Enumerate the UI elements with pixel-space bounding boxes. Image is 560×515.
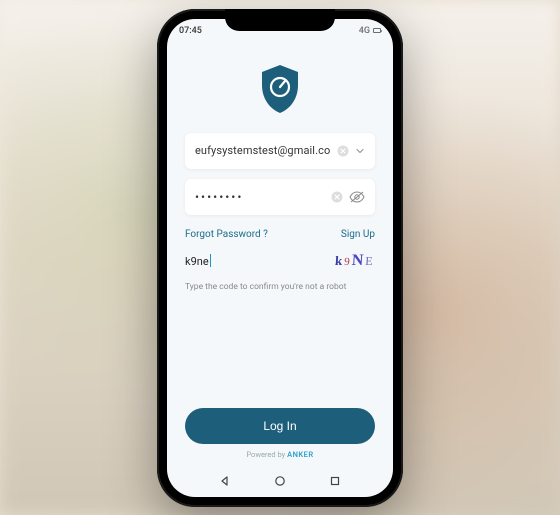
phone-frame: 07:45 4G eufysystemstest@gmail.com [157, 9, 403, 507]
battery-icon [373, 28, 381, 33]
captcha-image[interactable]: k9NE [335, 252, 376, 270]
captcha-input[interactable]: k9ne [185, 254, 211, 268]
toggle-password-icon[interactable] [349, 191, 365, 203]
nav-home-icon[interactable] [274, 472, 286, 491]
password-field[interactable]: •••••••• [185, 179, 375, 215]
password-input[interactable]: •••••••• [195, 190, 325, 204]
captcha-row: k9ne k9NE [185, 252, 375, 270]
clear-password-icon[interactable] [331, 191, 343, 203]
login-content: eufysystemstest@gmail.com •••••••• For [167, 41, 393, 467]
links-row: Forgot Password ? Sign Up [185, 229, 375, 240]
status-time: 07:45 [179, 26, 202, 36]
signup-link[interactable]: Sign Up [341, 229, 375, 240]
email-field[interactable]: eufysystemstest@gmail.com [185, 133, 375, 169]
clear-email-icon[interactable] [337, 145, 349, 157]
email-dropdown-icon[interactable] [355, 146, 365, 156]
powered-by: Powered by ANKER [246, 450, 313, 459]
phone-notch [225, 9, 335, 31]
email-input[interactable]: eufysystemstest@gmail.com [195, 144, 331, 157]
captcha-input-value: k9ne [185, 255, 209, 268]
screen: 07:45 4G eufysystemstest@gmail.com [167, 19, 393, 497]
app-logo [258, 63, 302, 115]
nav-back-icon[interactable] [219, 472, 231, 491]
captcha-hint: Type the code to confirm you're not a ro… [185, 282, 375, 292]
powered-brand: ANKER [287, 450, 314, 459]
forgot-password-link[interactable]: Forgot Password ? [185, 229, 268, 240]
powered-prefix: Powered by [246, 450, 287, 459]
android-nav-bar [167, 467, 393, 497]
login-button[interactable]: Log In [185, 408, 375, 444]
signal-label: 4G [359, 26, 370, 36]
text-cursor [210, 254, 211, 267]
status-right: 4G [359, 26, 381, 36]
nav-recent-icon[interactable] [329, 472, 341, 491]
